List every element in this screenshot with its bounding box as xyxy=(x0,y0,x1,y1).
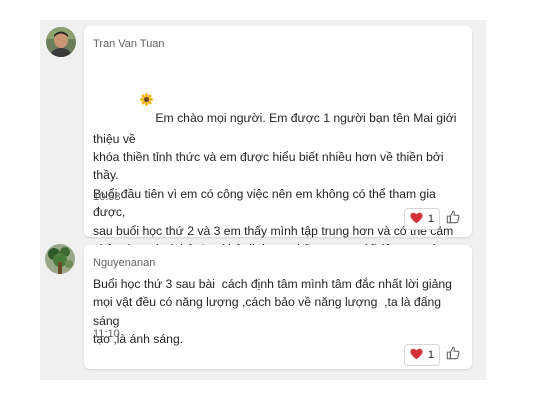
avatar-tran-van-tuan[interactable] xyxy=(46,27,76,57)
thumbs-up-icon xyxy=(446,210,460,229)
chat-panel: Tran Van Tuan Em chào mọi người. Em được… xyxy=(40,20,486,380)
reactions-bar: 1 xyxy=(403,208,462,230)
message-bubble-1: Tran Van Tuan Em chào mọi người. Em được… xyxy=(84,26,472,365)
like-button[interactable] xyxy=(444,209,462,229)
message-bubble-2: Nguyenanan Buổi học thứ 3 sau bài cách đ… xyxy=(84,245,472,369)
heart-reaction-icon xyxy=(410,348,423,363)
heart-reaction-icon xyxy=(410,212,423,227)
message-author[interactable]: Nguyenanan xyxy=(93,257,155,269)
message-body: Buổi học thứ 3 sau bài cách định tâm mìn… xyxy=(93,275,465,349)
reaction-count: 1 xyxy=(427,349,434,361)
like-button[interactable] xyxy=(444,345,462,365)
message-author[interactable]: Tran Van Tuan xyxy=(93,38,165,50)
thumbs-up-icon xyxy=(446,346,460,365)
reaction-count: 1 xyxy=(427,213,434,225)
reactions-bar: 1 xyxy=(403,344,462,366)
heart-reaction-button[interactable]: 1 xyxy=(403,208,440,230)
avatar-nguyenanan[interactable] xyxy=(45,244,75,274)
message-text: Buổi học thứ 3 sau bài cách định tâm mìn… xyxy=(93,277,452,347)
message-timestamp: 10:53 xyxy=(93,191,121,203)
message-timestamp: 11:10 xyxy=(93,328,120,340)
heart-reaction-button[interactable]: 1 xyxy=(403,344,440,366)
sunflower-icon xyxy=(113,74,154,129)
